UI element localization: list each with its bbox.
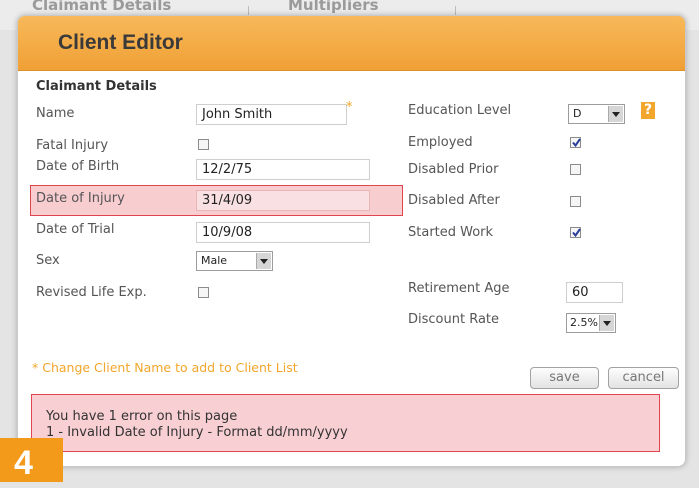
dialog-title-bar: Client Editor [18, 16, 685, 71]
tab-claimant-details[interactable]: Claimant Details [32, 0, 171, 14]
started-work-label: Started Work [408, 225, 494, 240]
disabled-prior-checkbox[interactable] [570, 164, 581, 175]
discount-rate-select[interactable]: 2.5% [566, 313, 616, 333]
date-of-trial-label: Date of Trial [36, 222, 115, 237]
education-level-label: Education Level [408, 103, 512, 118]
chevron-down-icon [599, 315, 614, 331]
sex-select-value: Male [201, 254, 228, 267]
checkmark-icon [572, 138, 581, 148]
fatal-injury-label: Fatal Injury [36, 138, 109, 153]
step-number-badge: 4 [0, 438, 63, 482]
client-editor-dialog: Client Editor Claimant Details Name John… [17, 15, 686, 467]
disabled-after-label: Disabled After [408, 193, 500, 208]
date-of-trial-input[interactable]: 10/9/08 [196, 222, 370, 243]
client-list-note: * Change Client Name to add to Client Li… [32, 360, 298, 375]
revised-life-exp-checkbox[interactable] [198, 287, 209, 298]
cancel-button[interactable]: cancel [608, 367, 679, 389]
tab-multipliers[interactable]: Multipliers [288, 0, 379, 14]
date-of-injury-label: Date of Injury [36, 191, 125, 206]
help-icon[interactable]: ? [641, 102, 655, 119]
sex-label: Sex [36, 253, 60, 268]
sex-select[interactable]: Male [196, 251, 273, 271]
save-button[interactable]: save [530, 367, 599, 389]
discount-rate-value: 2.5% [570, 316, 598, 329]
retirement-age-input[interactable]: 60 [566, 282, 623, 303]
date-of-birth-label: Date of Birth [36, 159, 120, 174]
education-level-value: D [573, 107, 582, 120]
employed-label: Employed [408, 135, 473, 150]
discount-rate-label: Discount Rate [408, 312, 500, 327]
date-of-injury-input[interactable]: 31/4/09 [196, 190, 370, 211]
error-item: 1 - Invalid Date of Injury - Format dd/m… [46, 425, 348, 440]
started-work-checkbox[interactable] [570, 227, 581, 238]
retirement-age-label: Retirement Age [408, 281, 510, 296]
revised-life-exp-label: Revised Life Exp. [36, 285, 147, 300]
employed-checkbox[interactable] [570, 137, 581, 148]
checkmark-icon [572, 228, 581, 238]
error-summary-title: You have 1 error on this page [46, 409, 238, 424]
section-title: Claimant Details [36, 79, 157, 94]
disabled-prior-label: Disabled Prior [408, 162, 499, 177]
fatal-injury-checkbox[interactable] [198, 139, 209, 150]
error-summary: You have 1 error on this page 1 - Invali… [31, 394, 660, 452]
name-input[interactable]: John Smith [196, 104, 347, 125]
chevron-down-icon [256, 253, 271, 269]
date-of-birth-input[interactable]: 12/2/75 [196, 159, 370, 180]
required-marker: * [346, 100, 353, 115]
chevron-down-icon [608, 106, 623, 122]
disabled-after-checkbox[interactable] [570, 196, 581, 207]
education-level-select[interactable]: D [568, 104, 625, 124]
name-label: Name [36, 106, 75, 121]
dialog-title: Client Editor [58, 31, 183, 54]
